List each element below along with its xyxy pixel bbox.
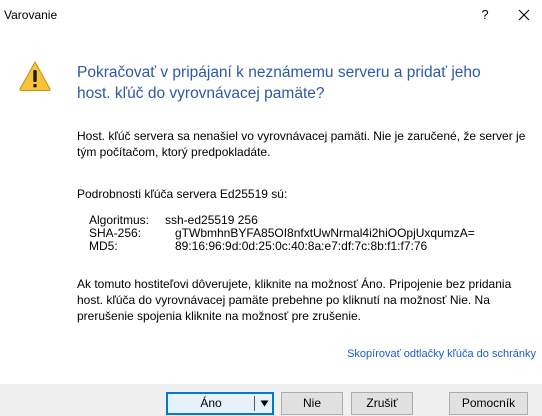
- close-icon: [518, 9, 530, 21]
- dropdown-arrow-icon[interactable]: [260, 399, 269, 408]
- cache-warning-text: Host. kľúč servera sa nenašiel vo vyrovn…: [77, 129, 526, 159]
- yes-button-label[interactable]: Áno: [168, 394, 254, 413]
- help-button[interactable]: Pomocník: [449, 392, 528, 415]
- key-details: Algoritmus: ssh-ed25519 256 SHA-256: gTW…: [89, 214, 475, 253]
- warning-dialog: Varovanie ? Pokračovať v pripájaní k nez…: [0, 0, 542, 416]
- key-details-intro: Podrobnosti kľúča servera Ed25519 sú:: [77, 187, 288, 201]
- trust-instructions-text: Ak tomuto hostiteľovi dôverujete, klikni…: [77, 277, 512, 323]
- copy-fingerprints-link[interactable]: Skopírovať odtlačky kľúča do schránky: [347, 348, 536, 360]
- warning-icon: [19, 60, 51, 91]
- button-bar: Áno Nie Zrušiť Pomocník: [0, 384, 542, 416]
- cancel-button[interactable]: Zrušiť: [351, 392, 413, 415]
- window-title: Varovanie: [4, 8, 58, 22]
- md5-label: MD5:: [89, 239, 118, 253]
- dialog-heading: Pokračovať v pripájaní k neznámemu serve…: [77, 64, 481, 102]
- close-button[interactable]: [506, 4, 542, 26]
- md5-row: MD5: 89:16:96:9d:0d:25:0c:40:8a:e7:df:7c…: [89, 240, 475, 253]
- no-button[interactable]: Nie: [281, 392, 343, 415]
- split-separator: [254, 396, 255, 411]
- yes-split-button[interactable]: Áno: [166, 392, 274, 415]
- title-bar[interactable]: Varovanie ?: [0, 0, 542, 30]
- md5-value: 89:16:96:9d:0d:25:0c:40:8a:e7:df:7c:8b:f…: [175, 239, 428, 253]
- help-title-button[interactable]: ?: [470, 4, 500, 26]
